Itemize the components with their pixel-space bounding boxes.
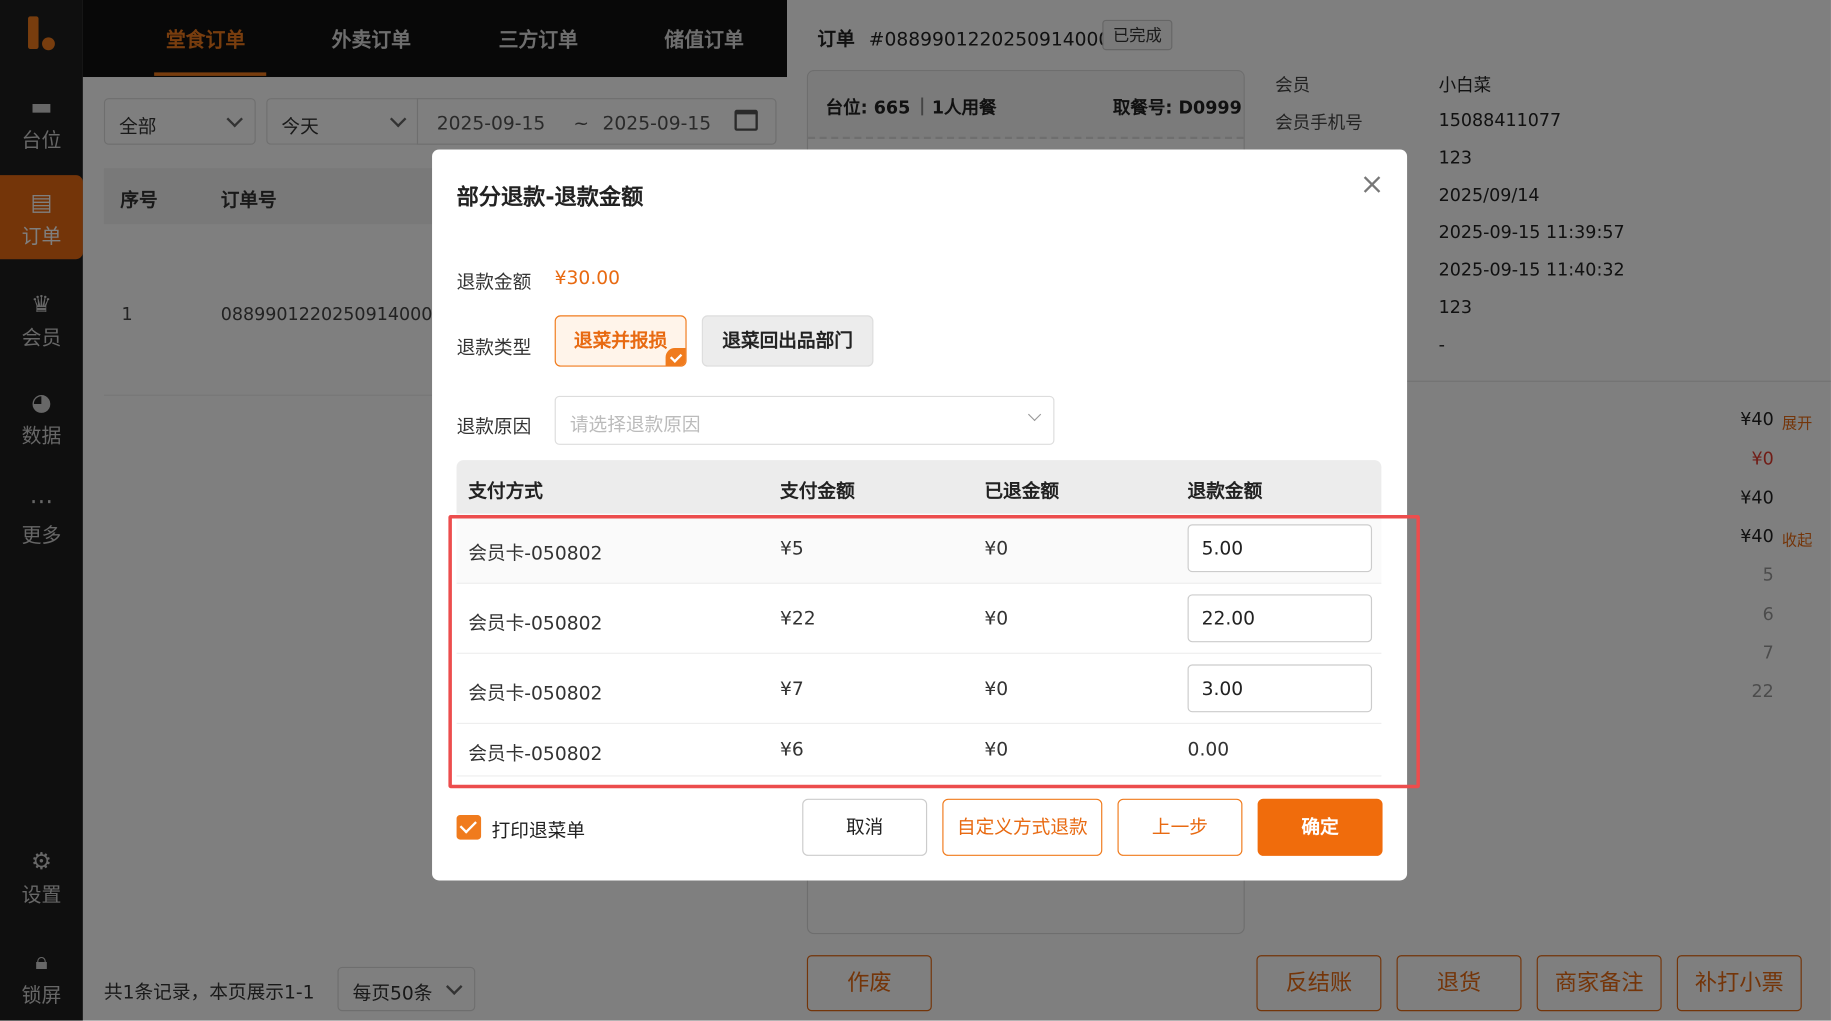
refund-reason-select[interactable]: 请选择退款原因 (554, 395, 1055, 445)
previous-step-button[interactable]: 上一步 (1117, 798, 1243, 856)
confirm-button[interactable]: 确定 (1257, 798, 1383, 856)
close-icon[interactable] (1360, 173, 1383, 196)
cancel-button[interactable]: 取消 (802, 798, 928, 856)
checkmark-icon (665, 347, 686, 366)
print-checkbox-label[interactable]: 打印退菜单 (492, 815, 585, 843)
refund-amount-label: 退款金额 (456, 270, 532, 294)
highlight-annotation (448, 514, 1420, 789)
refund-type-label: 退款类型 (456, 336, 532, 359)
column-header: 支付方式 (468, 479, 543, 503)
refund-type-option-loss[interactable]: 退菜并报损 (554, 315, 687, 367)
column-header: 退款金额 (1187, 479, 1263, 503)
chevron-down-icon (1027, 407, 1042, 422)
option-label: 退菜并报损 (573, 329, 668, 352)
column-header: 已退金额 (984, 479, 1060, 503)
refund-amount-value: ¥30.00 (554, 266, 621, 289)
dialog-title: 部分退款-退款金额 (456, 184, 644, 211)
refund-reason-label: 退款原因 (456, 415, 532, 438)
print-checkbox[interactable] (456, 815, 482, 840)
column-header: 支付金额 (780, 479, 855, 503)
refund-reason-placeholder: 请选择退款原因 (569, 413, 701, 436)
refund-type-option-return-dept[interactable]: 退菜回出品部门 (701, 315, 874, 367)
custom-refund-button[interactable]: 自定义方式退款 (942, 798, 1103, 856)
payment-table-header: 支付方式 支付金额 已退金额 退款金额 (456, 460, 1382, 514)
app-root: ▬ 台位 ▤ 订单 ♛ 会员 ◕ 数据 ⋯ 更多 ⚙ 设置 🔒︎ 锁屏 堂食订单 (0, 0, 1831, 1021)
